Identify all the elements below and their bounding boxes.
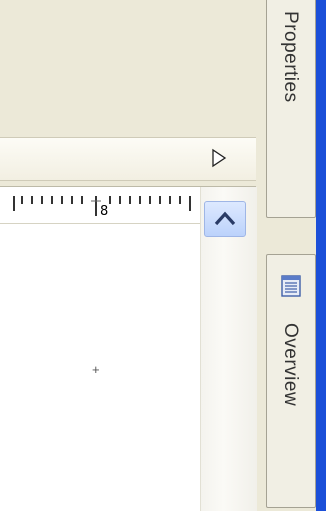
horizontal-ruler: 8 (0, 187, 200, 224)
overview-icon (281, 275, 301, 297)
crosshair-icon: + (92, 362, 100, 377)
design-canvas[interactable]: 8 + (0, 186, 257, 511)
document-tab-strip (0, 137, 256, 181)
side-panel: Properties Overview (264, 0, 316, 511)
window-edge (316, 0, 326, 511)
chevron-up-icon (214, 211, 236, 226)
ruler-tick-label: 8 (100, 204, 109, 219)
top-empty-area (0, 0, 264, 137)
designer-window: 8 + Properties Overview (0, 0, 326, 511)
play-triangle-icon[interactable] (208, 147, 230, 169)
tab-properties[interactable]: Properties (266, 0, 316, 218)
scroll-up-button[interactable] (204, 201, 246, 237)
tab-overview[interactable]: Overview (266, 254, 316, 508)
tab-overview-label: Overview (280, 323, 301, 407)
tab-properties-label: Properties (280, 11, 301, 103)
vertical-scrollbar[interactable] (200, 187, 257, 511)
